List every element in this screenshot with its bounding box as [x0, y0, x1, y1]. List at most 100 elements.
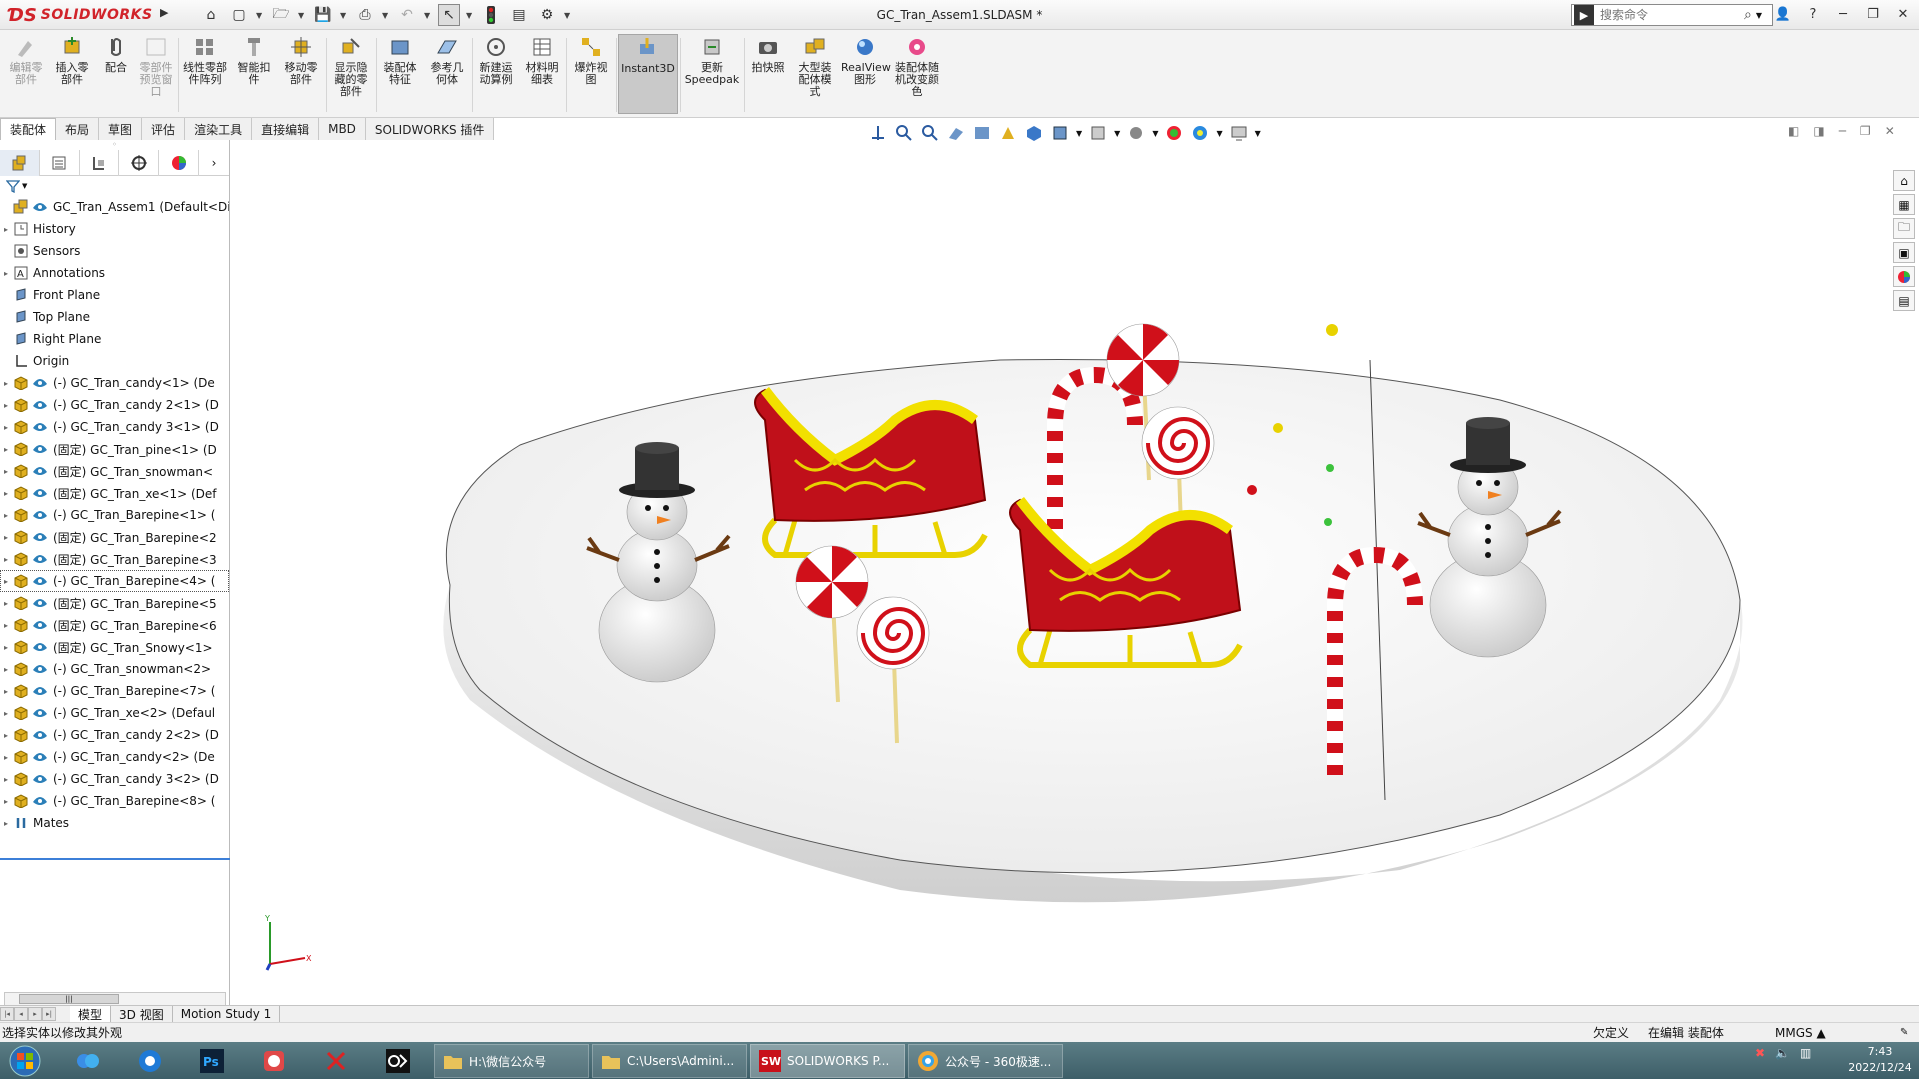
chevron-down-icon[interactable]: ▼: [1216, 129, 1222, 138]
tree-item[interactable]: ▸ (固定) GC_Tran_snowman<: [0, 460, 229, 482]
tab-direct-editing[interactable]: 直接编辑: [252, 118, 320, 140]
viewport-restore-icon[interactable]: ❐: [1860, 124, 1871, 138]
reference-geometry-button[interactable]: 参考几何体: [424, 34, 470, 114]
smart-fasteners-button[interactable]: 智能扣件: [232, 34, 276, 114]
taskbar-folder-wechat[interactable]: H:\微信公众号: [434, 1044, 589, 1078]
tree-item[interactable]: Sensors: [0, 240, 229, 262]
search-mode-icon[interactable]: ▶: [1574, 5, 1594, 25]
expand-icon[interactable]: ▸: [0, 533, 12, 542]
chevron-down-icon[interactable]: ▼: [1255, 129, 1261, 138]
network-icon[interactable]: ▥: [1800, 1046, 1811, 1060]
expand-icon[interactable]: ▸: [0, 225, 12, 234]
large-assembly-mode-button[interactable]: 大型装配体模式: [792, 34, 838, 114]
scrollbar-thumb[interactable]: |||: [19, 994, 119, 1004]
zoom-to-area-icon[interactable]: [894, 123, 914, 143]
tree-item[interactable]: ▸ A Annotations: [0, 262, 229, 284]
expand-icon[interactable]: ▸: [0, 555, 12, 564]
expand-icon[interactable]: ▸: [0, 731, 12, 740]
tab-assembly[interactable]: 装配体: [0, 118, 57, 140]
assembly-3d-model[interactable]: [232, 146, 1890, 1004]
tree-item[interactable]: ▸ (固定) GC_Tran_Barepine<2: [0, 526, 229, 548]
tree-item[interactable]: ▸ (固定) GC_Tran_Barepine<6: [0, 614, 229, 636]
show-hidden-components-button[interactable]: 显示隐藏的零部件: [328, 34, 374, 114]
view-palette-icon[interactable]: ▣: [1893, 242, 1915, 263]
help-icon[interactable]: ?: [1803, 4, 1823, 24]
baidu-netdisk-icon[interactable]: [62, 1044, 114, 1077]
expand-icon[interactable]: ▸: [0, 511, 12, 520]
prev-tab-icon[interactable]: ◂: [14, 1007, 28, 1021]
tree-item[interactable]: ▸ (-) GC_Tran_snowman<2>: [0, 658, 229, 680]
expand-icon[interactable]: ▸: [0, 753, 12, 762]
tree-item[interactable]: Top Plane: [0, 306, 229, 328]
command-search-box[interactable]: ▶ ⌕ ▼: [1571, 4, 1773, 26]
tree-item[interactable]: ▸ (固定) GC_Tran_Barepine<5: [0, 592, 229, 614]
tree-item[interactable]: ▸ (-) GC_Tran_candy 3<1> (D: [0, 416, 229, 438]
unit-system-selector[interactable]: MMGS ▲: [1775, 1026, 1826, 1040]
next-tab-icon[interactable]: ▸: [28, 1007, 42, 1021]
file-explorer-icon[interactable]: 🗀: [1893, 218, 1915, 239]
tree-item[interactable]: ▸ (固定) GC_Tran_xe<1> (Def: [0, 482, 229, 504]
split-right-icon[interactable]: ◨: [1813, 124, 1824, 138]
split-left-icon[interactable]: ◧: [1788, 124, 1799, 138]
linear-pattern-button[interactable]: 线性零部件阵列: [180, 34, 230, 114]
expand-icon[interactable]: ▸: [0, 401, 12, 410]
tree-item[interactable]: ▸ (固定) GC_Tran_pine<1> (D: [0, 438, 229, 460]
tree-item[interactable]: ▸ (-) GC_Tran_Barepine<8> (: [0, 790, 229, 812]
expand-icon[interactable]: ▸: [0, 599, 12, 608]
solidworks-resources-home-icon[interactable]: ⌂: [1893, 170, 1915, 191]
close-icon[interactable]: ✕: [1893, 4, 1913, 24]
taskbar-360-browser[interactable]: 公众号 - 360极速...: [908, 1044, 1063, 1078]
tree-item[interactable]: ▸ (-) GC_Tran_xe<2> (Defaul: [0, 702, 229, 724]
edit-appearance-icon[interactable]: [1126, 123, 1146, 143]
tab-model[interactable]: 模型: [70, 1005, 112, 1023]
expand-icon[interactable]: ▸: [0, 467, 12, 476]
minimize-icon[interactable]: ─: [1833, 4, 1853, 24]
assembly-features-button[interactable]: 装配体特征: [378, 34, 422, 114]
tab-layout[interactable]: 布局: [56, 118, 100, 140]
chevron-down-icon[interactable]: ▼: [1152, 129, 1158, 138]
display-manager-tab-icon[interactable]: [159, 150, 200, 176]
tree-item[interactable]: ▸ (-) GC_Tran_Barepine<7> (: [0, 680, 229, 702]
randomize-colors-button[interactable]: 装配体随机改变颜色: [892, 34, 942, 114]
tree-filter[interactable]: ▼: [0, 176, 229, 196]
tree-item[interactable]: ▸ (固定) GC_Tran_Snowy<1>: [0, 636, 229, 658]
update-speedpak-button[interactable]: 更新Speedpak: [682, 34, 742, 114]
expand-icon[interactable]: ▸: [0, 665, 12, 674]
expand-icon[interactable]: ▸: [0, 489, 12, 498]
customize-icon[interactable]: ✎: [1900, 1027, 1908, 1038]
tree-horizontal-scrollbar[interactable]: |||: [4, 992, 226, 1006]
input-method-icon[interactable]: ✖: [1755, 1046, 1765, 1060]
view-orientation-icon[interactable]: [1024, 123, 1044, 143]
hide-show-items-icon[interactable]: [1088, 123, 1108, 143]
viewport-close-icon[interactable]: ✕: [1885, 124, 1895, 138]
apply-scene-icon[interactable]: [1164, 123, 1184, 143]
expand-icon[interactable]: ▸: [0, 687, 12, 696]
expand-icon[interactable]: ▸: [0, 445, 12, 454]
dynamic-annotation-icon[interactable]: [972, 123, 992, 143]
edit-component-button[interactable]: 编辑零部件: [4, 34, 48, 114]
configuration-manager-tab-icon[interactable]: [80, 150, 120, 176]
chevron-right-icon[interactable]: ›: [199, 150, 229, 176]
start-button-icon[interactable]: [4, 1043, 46, 1079]
tree-item[interactable]: ▸ (-) GC_Tran_candy 2<1> (D: [0, 394, 229, 416]
system-clock[interactable]: 7:43 2022/12/24: [1845, 1044, 1915, 1076]
expand-icon[interactable]: ▸: [0, 269, 12, 278]
panel-grip[interactable]: ◦: [0, 140, 229, 150]
tab-mbd[interactable]: MBD: [319, 118, 366, 140]
tree-item[interactable]: Origin: [0, 350, 229, 372]
property-manager-tab-icon[interactable]: [40, 150, 80, 176]
tree-item[interactable]: ▸ History: [0, 218, 229, 240]
expand-icon[interactable]: ▸: [0, 797, 12, 806]
tree-item[interactable]: ▸ (固定) GC_Tran_Barepine<3: [0, 548, 229, 570]
new-motion-study-button[interactable]: 新建运动算例: [474, 34, 518, 114]
user-icon[interactable]: 👤: [1773, 4, 1793, 24]
browser-ie-icon[interactable]: [124, 1044, 176, 1077]
previous-view-icon[interactable]: [920, 123, 940, 143]
search-icon[interactable]: ⌕: [1744, 7, 1752, 23]
tab-render-tools[interactable]: 渲染工具: [185, 118, 253, 140]
zoom-to-fit-icon[interactable]: [868, 123, 888, 143]
expand-icon[interactable]: ▸: [0, 379, 12, 388]
tree-item[interactable]: Front Plane: [0, 284, 229, 306]
design-library-icon[interactable]: ▦: [1893, 194, 1915, 215]
bill-of-materials-button[interactable]: 材料明细表: [520, 34, 564, 114]
